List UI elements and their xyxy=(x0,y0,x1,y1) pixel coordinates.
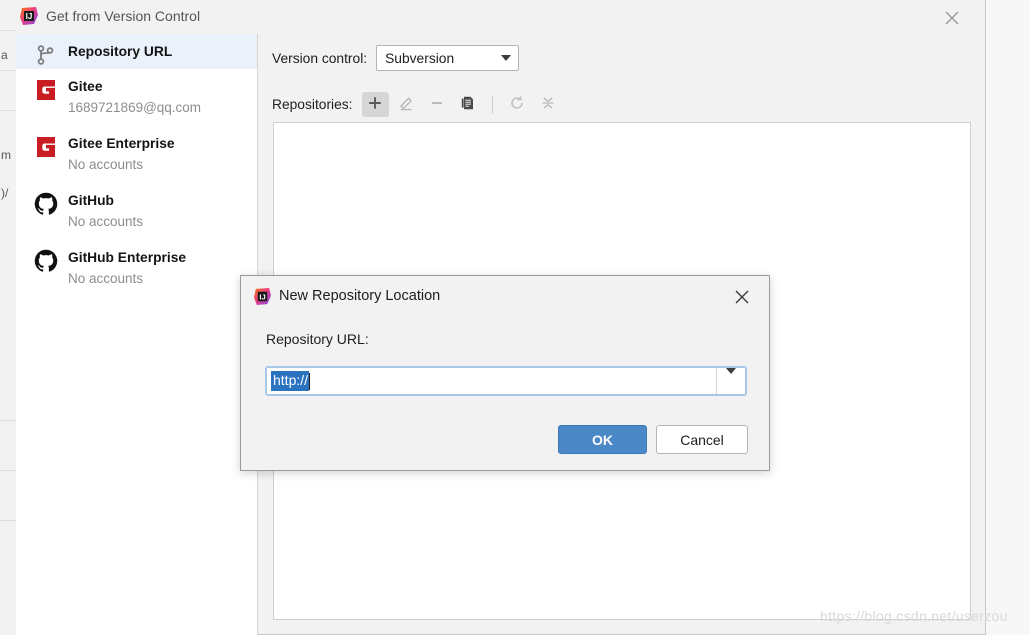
pencil-icon xyxy=(398,95,414,114)
sidebar-item-label: Repository URL xyxy=(68,44,173,59)
refresh-button[interactable] xyxy=(504,92,531,117)
repositories-toolbar-row: Repositories: xyxy=(272,92,562,117)
sidebar-item-account: 1689721869@qq.com xyxy=(68,100,202,115)
sidebar-item-account: No accounts xyxy=(68,214,144,229)
text-caret xyxy=(309,372,311,390)
background-divider xyxy=(0,30,16,31)
new-repository-location-dialog: IJ New Repository Location Repository UR… xyxy=(240,275,770,471)
intellij-idea-icon: IJ xyxy=(253,287,272,306)
sidebar-item-gitee-enterprise[interactable]: Gitee Enterprise No accounts xyxy=(16,126,257,183)
intellij-idea-icon: IJ xyxy=(19,6,39,26)
background-left-strip: a m )/ xyxy=(0,0,17,635)
repository-url-combobox[interactable]: http:// xyxy=(265,366,747,396)
sidebar-item-github[interactable]: GitHub No accounts xyxy=(16,183,257,240)
version-control-select[interactable]: Subversion xyxy=(376,45,520,71)
sidebar-item-label: Gitee Enterprise xyxy=(68,136,175,151)
sidebar-item-account: No accounts xyxy=(68,271,144,286)
refresh-icon xyxy=(509,95,525,114)
copy-repository-button[interactable] xyxy=(455,92,482,117)
dialog-title: New Repository Location xyxy=(279,288,441,304)
plus-icon xyxy=(367,95,383,114)
sidebar-item-repository-url[interactable]: Repository URL xyxy=(16,34,257,69)
chevron-down-icon xyxy=(726,367,736,389)
background-left-char-1: a xyxy=(1,48,8,62)
repository-url-dropdown-button[interactable] xyxy=(716,367,745,394)
ok-button[interactable]: OK xyxy=(558,425,647,454)
add-repository-button[interactable] xyxy=(361,92,389,117)
background-left-char-2: m xyxy=(1,148,11,162)
background-divider xyxy=(0,470,16,471)
svg-text:IJ: IJ xyxy=(259,292,265,301)
sidebar-item-gitee[interactable]: Gitee 1689721869@qq.com xyxy=(16,69,257,126)
gitee-logo-icon xyxy=(34,135,58,159)
sidebar-item-label: Gitee xyxy=(68,79,103,94)
close-icon[interactable] xyxy=(732,287,752,307)
version-control-row: Version control: Subversion xyxy=(272,45,520,71)
github-logo-icon xyxy=(34,249,58,273)
background-divider xyxy=(0,420,16,421)
repository-url-value: http:// xyxy=(271,371,310,391)
background-divider xyxy=(0,70,16,71)
background-right-panel: e ⇶ 敞 .ht u/p xyxy=(986,0,1030,635)
github-logo-icon xyxy=(34,192,58,216)
background-divider xyxy=(0,110,16,111)
chevron-down-icon xyxy=(494,55,518,61)
gitee-logo-icon xyxy=(34,78,58,102)
vcs-branch-icon xyxy=(34,43,58,67)
repository-url-label: Repository URL: xyxy=(266,331,369,347)
collapse-all-button[interactable] xyxy=(535,92,562,117)
sidebar-item-github-enterprise[interactable]: GitHub Enterprise No accounts xyxy=(16,240,257,297)
window-title: Get from Version Control xyxy=(46,8,201,24)
window-titlebar: IJ Get from Version Control xyxy=(16,0,985,34)
repositories-label: Repositories: xyxy=(272,97,353,112)
repository-url-input[interactable]: http:// xyxy=(267,368,716,394)
accounts-sidebar: Repository URL Gitee 1689721869@qq.com G… xyxy=(16,34,258,635)
watermark: https://blog.csdn.net/userzou xyxy=(820,608,1008,624)
toolbar-separator xyxy=(491,95,493,114)
collapse-all-icon xyxy=(540,95,556,114)
edit-repository-button[interactable] xyxy=(393,92,420,117)
close-icon[interactable] xyxy=(941,7,963,29)
sidebar-item-account: No accounts xyxy=(68,157,144,172)
sidebar-item-label: GitHub Enterprise xyxy=(68,250,187,265)
sidebar-item-label: GitHub xyxy=(68,193,114,208)
svg-text:IJ: IJ xyxy=(26,12,33,21)
version-control-value: Subversion xyxy=(385,50,455,66)
document-icon xyxy=(460,95,476,114)
remove-repository-button[interactable] xyxy=(424,92,451,117)
background-left-char-3: )/ xyxy=(1,186,9,200)
cancel-button[interactable]: Cancel xyxy=(656,425,748,454)
background-divider xyxy=(0,520,16,521)
version-control-label: Version control: xyxy=(272,50,368,66)
minus-icon xyxy=(429,95,445,114)
